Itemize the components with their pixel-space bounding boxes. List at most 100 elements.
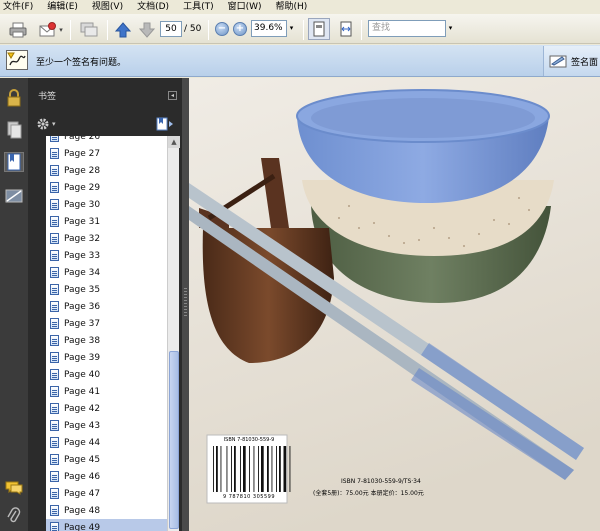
find-input[interactable]: 查找 [368, 20, 446, 37]
bookmark-label: Page 27 [64, 148, 101, 159]
bookmark-label: Page 37 [64, 318, 101, 329]
bookmark-label: Page 40 [64, 369, 101, 380]
bookmark-page-icon [50, 335, 59, 346]
bookmark-label: Page 36 [64, 301, 101, 312]
zoom-in-button[interactable]: + [233, 22, 247, 36]
comments-button[interactable] [4, 478, 24, 498]
toolbar-separator [107, 20, 108, 40]
zoom-dropdown-icon[interactable]: ▾ [287, 20, 296, 37]
bookmark-page-icon [50, 403, 59, 414]
menu-tools[interactable]: 工具(T) [183, 0, 214, 14]
fit-page-button[interactable] [308, 18, 330, 40]
bookmark-item[interactable]: Page 32 [46, 230, 179, 247]
bookmark-label: Page 43 [64, 420, 101, 431]
bookmark-item[interactable]: Page 39 [46, 349, 179, 366]
menu-edit[interactable]: 编辑(E) [47, 0, 78, 14]
bookmark-item[interactable]: Page 43 [46, 417, 179, 434]
bookmark-icon [7, 153, 21, 171]
next-page-button[interactable] [137, 20, 157, 40]
bookmark-page-icon [50, 437, 59, 448]
print-button[interactable] [6, 20, 30, 40]
bookmark-label: Page 28 [64, 165, 101, 176]
menu-file[interactable]: 文件(F) [3, 0, 33, 14]
bookmark-item[interactable]: Page 31 [46, 213, 179, 230]
fit-width-icon [340, 21, 352, 37]
bookmark-item[interactable]: Page 33 [46, 247, 179, 264]
bookmark-item[interactable]: Page 28 [46, 162, 179, 179]
bookmark-label: Page 32 [64, 233, 101, 244]
bookmark-label: Page 38 [64, 335, 101, 346]
bookmark-item[interactable]: Page 49 [46, 519, 179, 531]
comment-button[interactable] [77, 20, 101, 40]
find-dropdown-icon[interactable]: ▾ [446, 20, 455, 37]
pages-button[interactable] [4, 120, 24, 140]
bookmark-item[interactable]: Page 30 [46, 196, 179, 213]
signature-panel-button[interactable]: 签名面 [543, 46, 600, 76]
arrow-up-icon [115, 22, 131, 38]
signatures-button[interactable] [4, 186, 24, 206]
document-view[interactable]: ISBN 7-81030-559-9 9 787810 305599 ISBN … [189, 78, 600, 531]
new-bookmark-icon [156, 117, 173, 131]
bookmark-label: Page 46 [64, 471, 101, 482]
email-button[interactable]: ▾ [36, 20, 66, 40]
bookmark-page-icon [50, 199, 59, 210]
bookmark-item[interactable]: Page 37 [46, 315, 179, 332]
new-bookmark-button[interactable] [156, 117, 174, 134]
bookmark-item[interactable]: Page 27 [46, 145, 179, 162]
panel-splitter[interactable] [182, 78, 189, 531]
menu-document[interactable]: 文档(D) [137, 0, 169, 14]
bookmark-item[interactable]: Page 47 [46, 485, 179, 502]
zoom-level-input[interactable]: 39.6% [251, 20, 287, 37]
bookmark-item[interactable]: Page 48 [46, 502, 179, 519]
security-button[interactable] [4, 88, 24, 108]
collapse-panel-button[interactable]: ◂ [168, 91, 177, 100]
bookmark-page-icon [50, 505, 59, 516]
bookmark-item[interactable]: Page 26 [46, 136, 179, 145]
previous-page-button[interactable] [113, 20, 133, 40]
bookmark-page-icon [50, 369, 59, 380]
bookmark-item[interactable]: Page 40 [46, 366, 179, 383]
bookmark-label: Page 39 [64, 352, 101, 363]
bookmark-item[interactable]: Page 38 [46, 332, 179, 349]
zoom-out-button[interactable]: − [215, 22, 229, 36]
bookmark-item[interactable]: Page 44 [46, 434, 179, 451]
bookmark-page-icon [50, 250, 59, 261]
bookmark-page-icon [50, 454, 59, 465]
minus-icon: − [217, 23, 227, 34]
bookmark-page-icon [50, 488, 59, 499]
printer-icon [9, 22, 27, 38]
options-button[interactable]: ▾ [36, 117, 56, 131]
bookmarks-button[interactable] [4, 152, 24, 172]
fit-width-button[interactable] [336, 19, 356, 39]
bookmarks-title: 书签 [38, 92, 57, 102]
main-toolbar: ▾ [0, 14, 600, 44]
bookmark-item[interactable]: Page 41 [46, 383, 179, 400]
bookmark-item[interactable]: Page 45 [46, 451, 179, 468]
bookmark-page-icon [50, 284, 59, 295]
toolbar-separator [70, 20, 71, 40]
bookmarks-scrollbar[interactable]: ▲ [167, 136, 180, 531]
attachments-button[interactable] [4, 506, 24, 526]
bookmark-item[interactable]: Page 36 [46, 298, 179, 315]
scroll-up-icon[interactable]: ▲ [168, 136, 180, 148]
bookmark-item[interactable]: Page 29 [46, 179, 179, 196]
bookmark-label: Page 47 [64, 488, 101, 499]
menu-window[interactable]: 窗口(W) [228, 0, 262, 14]
bookmark-item[interactable]: Page 34 [46, 264, 179, 281]
bookmark-item[interactable]: Page 42 [46, 400, 179, 417]
bookmark-label: Page 48 [64, 505, 101, 516]
bookmark-page-icon [50, 318, 59, 329]
plus-icon: + [235, 23, 245, 34]
menu-view[interactable]: 视图(V) [92, 0, 123, 14]
bookmark-label: Page 35 [64, 284, 101, 295]
splitter-grip-icon [184, 288, 187, 318]
signature-icon [5, 189, 23, 203]
scrollbar-thumb[interactable] [169, 351, 179, 529]
bookmark-item[interactable]: Page 46 [46, 468, 179, 485]
bookmark-item[interactable]: Page 35 [46, 281, 179, 298]
menu-help[interactable]: 帮助(H) [276, 0, 308, 14]
bookmark-label: Page 49 [64, 522, 101, 531]
price-line: (全套5册)：75.00元 本册定价：15.00元 [313, 490, 424, 497]
comment-icon [80, 22, 98, 37]
page-number-input[interactable]: 50 [160, 21, 182, 37]
